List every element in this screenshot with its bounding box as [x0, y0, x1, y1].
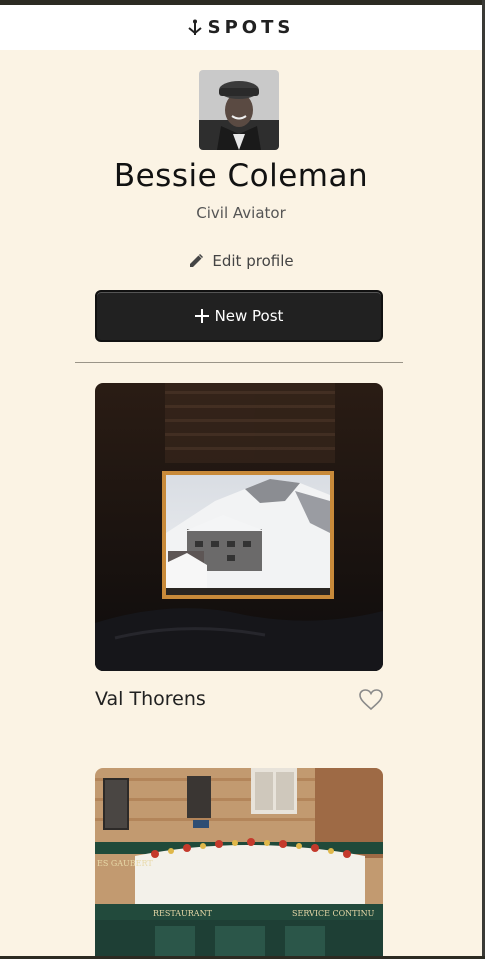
- post-title: Val Thorens: [95, 688, 206, 710]
- edit-profile-button[interactable]: Edit profile: [0, 252, 482, 270]
- edit-profile-label: Edit profile: [212, 252, 294, 270]
- pencil-icon: [190, 253, 204, 267]
- logo-mark-icon: [188, 19, 202, 35]
- new-post-button[interactable]: New Post: [95, 290, 383, 342]
- profile-name: Bessie Coleman: [113, 158, 369, 194]
- section-divider: [75, 362, 403, 363]
- avatar: [199, 70, 279, 150]
- logo[interactable]: SPOTS: [188, 17, 295, 38]
- svg-text:RESTAURANT: RESTAURANT: [153, 909, 213, 918]
- heart-icon[interactable]: [359, 689, 383, 711]
- site-header: SPOTS: [0, 5, 482, 50]
- post-image[interactable]: RESTAURANT SERVICE CONTINU ES GAUBERT: [95, 768, 383, 959]
- plus-icon: [194, 309, 209, 323]
- logo-text: SPOTS: [207, 17, 295, 38]
- svg-text:SERVICE CONTINU: SERVICE CONTINU: [292, 909, 375, 918]
- post-image[interactable]: [95, 383, 383, 671]
- svg-text:ES GAUBERT: ES GAUBERT: [97, 859, 153, 868]
- new-post-label: New Post: [214, 307, 284, 325]
- profile-role: Civil Aviator: [196, 204, 286, 222]
